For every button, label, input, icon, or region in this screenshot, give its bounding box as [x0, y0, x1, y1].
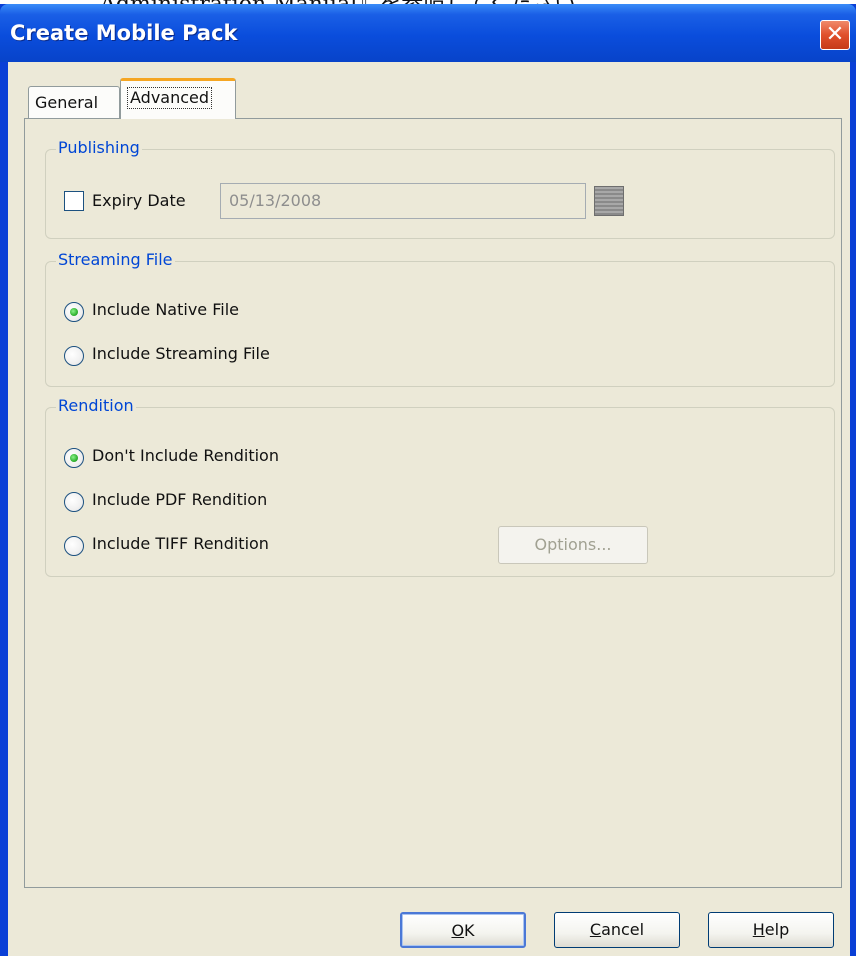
dont-include-rendition-radio[interactable] [64, 448, 84, 468]
calendar-icon[interactable] [594, 186, 624, 216]
include-tiff-rendition-radio[interactable] [64, 536, 84, 556]
cancel-mnemonic: C [589, 920, 602, 939]
include-native-file-label[interactable]: Include Native File [92, 300, 239, 319]
close-icon[interactable]: ✕ [820, 20, 850, 50]
options-button[interactable]: Options... [498, 526, 648, 564]
ok-mnemonic: O [451, 921, 465, 940]
help-mnemonic: H [752, 920, 765, 939]
tab-general-label: General [35, 93, 99, 112]
cancel-label-rest: ancel [601, 920, 645, 939]
ok-button[interactable]: OK [400, 912, 526, 948]
dialog-window: Create Mobile Pack ✕ General Advanced Pu… [0, 4, 856, 956]
advanced-tab-panel: Publishing Expiry Date 05/13/2008 Stream… [24, 118, 842, 888]
rendition-group-label: Rendition [56, 396, 136, 415]
streaming-file-group-label: Streaming File [56, 250, 175, 269]
cancel-button[interactable]: Cancel [554, 912, 680, 948]
ok-label-rest: K [464, 921, 475, 940]
tab-advanced[interactable]: Advanced [120, 78, 236, 119]
include-pdf-rendition-label[interactable]: Include PDF Rendition [92, 490, 267, 509]
include-tiff-rendition-label[interactable]: Include TIFF Rendition [92, 534, 269, 553]
include-streaming-file-radio[interactable] [64, 346, 84, 366]
help-label-rest: elp [764, 920, 790, 939]
dont-include-rendition-label[interactable]: Don't Include Rendition [92, 446, 279, 465]
streaming-file-group: Streaming File Include Native File Inclu… [45, 250, 835, 387]
publishing-group: Publishing Expiry Date 05/13/2008 [45, 138, 835, 239]
include-native-file-radio[interactable] [64, 302, 84, 322]
dialog-client-area: General Advanced Publishing Expiry Date … [8, 62, 850, 956]
expiry-date-field[interactable]: 05/13/2008 [220, 183, 586, 219]
expiry-date-label[interactable]: Expiry Date [92, 191, 186, 210]
help-button[interactable]: Help [708, 912, 834, 948]
tab-advanced-label: Advanced [127, 87, 213, 109]
dialog-title: Create Mobile Pack [10, 21, 238, 45]
rendition-group: Rendition Don't Include Rendition Includ… [45, 396, 835, 577]
tab-general[interactable]: General [28, 86, 120, 118]
include-streaming-file-label[interactable]: Include Streaming File [92, 344, 270, 363]
expiry-date-checkbox[interactable] [64, 191, 84, 211]
include-pdf-rendition-radio[interactable] [64, 492, 84, 512]
dialog-button-row: OK Cancel Help [390, 912, 850, 952]
publishing-group-label: Publishing [56, 138, 142, 157]
title-bar[interactable]: Create Mobile Pack ✕ [0, 4, 856, 62]
